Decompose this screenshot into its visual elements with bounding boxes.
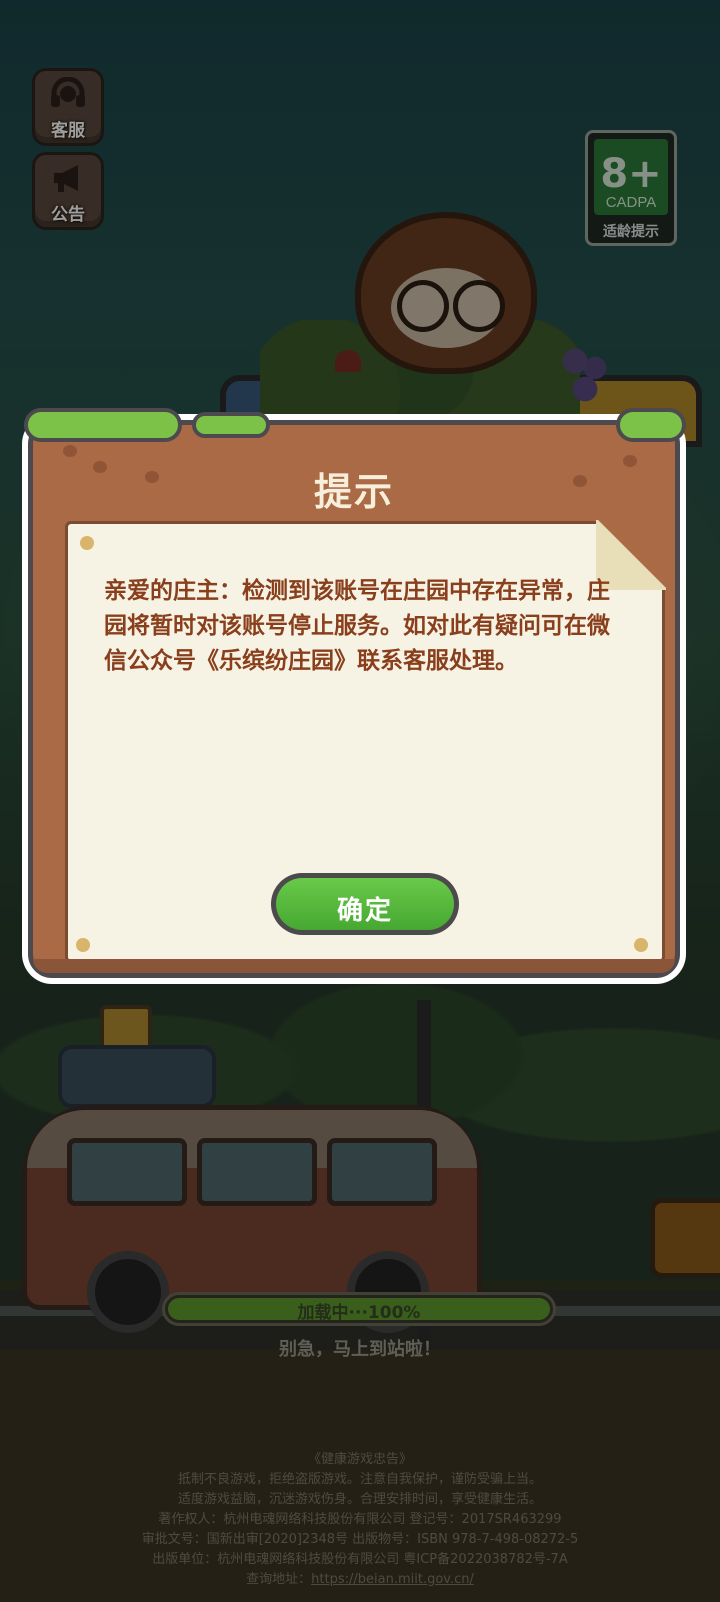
paper-pin xyxy=(76,938,90,952)
dialog-title: 提示 xyxy=(313,470,394,514)
moss-decoration xyxy=(192,412,270,438)
dialog-wood-frame: 提示 亲爱的庄主：检测到该账号在庄园中存在异常，庄园将暂时对该账号停止服务。如对… xyxy=(28,420,680,978)
paper-pin xyxy=(634,938,648,952)
alert-dialog: 提示 亲爱的庄主：检测到该账号在庄园中存在异常，庄园将暂时对该账号停止服务。如对… xyxy=(22,408,686,984)
moss-decoration xyxy=(24,408,182,442)
confirm-button[interactable]: 确定 xyxy=(271,873,459,935)
wood-dot xyxy=(63,445,77,457)
dialog-message: 亲爱的庄主：检测到该账号在庄园中存在异常，庄园将暂时对该账号停止服务。如对此有疑… xyxy=(104,578,610,674)
paper-pin xyxy=(80,536,94,550)
confirm-button-label: 确定 xyxy=(336,896,393,926)
moss-decoration xyxy=(616,408,686,442)
game-loading-screen: 客服 公告 8+ CADPA 适龄提示 加载中···100% 别急，马上到站啦！… xyxy=(0,0,720,1602)
confirm-button-face: 确定 xyxy=(276,878,454,930)
